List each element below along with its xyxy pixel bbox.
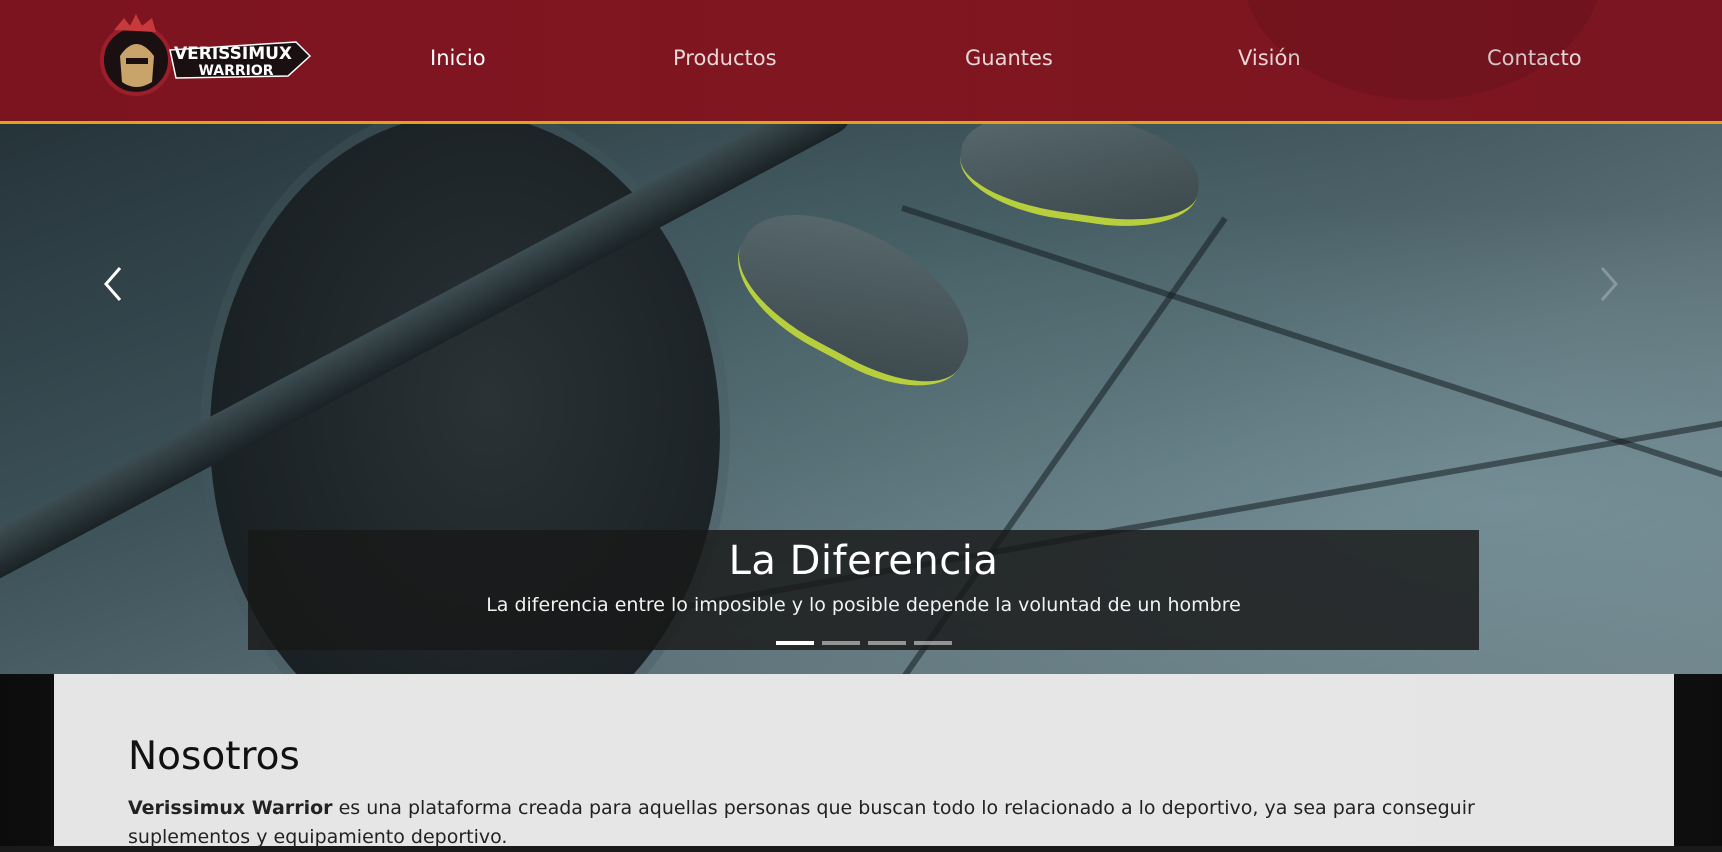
svg-text:WARRIOR: WARRIOR — [198, 63, 273, 79]
carousel-indicator[interactable] — [913, 641, 952, 645]
nav-link-guantes[interactable]: Guantes — [965, 46, 1053, 70]
carousel-indicator[interactable] — [867, 641, 906, 645]
carousel-caption: La Diferencia La diferencia entre lo imp… — [248, 530, 1479, 650]
svg-text:VERISSIMUX: VERISSIMUX — [174, 44, 292, 64]
nav-link-productos[interactable]: Productos — [673, 46, 777, 70]
shoe-image — [953, 124, 1207, 238]
about-section: Nosotros Verissimux Warrior es una plata… — [54, 674, 1674, 848]
carousel-caption-title: La Diferencia — [728, 538, 999, 584]
hero-carousel: La Diferencia La diferencia entre lo imp… — [0, 124, 1722, 674]
chevron-left-icon[interactable] — [100, 254, 134, 314]
carousel-indicator[interactable] — [821, 641, 860, 645]
about-heading: Nosotros — [128, 734, 300, 779]
carousel-indicators — [248, 641, 1479, 645]
navbar: VERISSIMUX WARRIOR Inicio Productos Guan… — [0, 0, 1722, 124]
chevron-right-icon[interactable] — [1588, 254, 1622, 314]
nav-link-vision[interactable]: Visión — [1238, 46, 1301, 70]
verissimux-warrior-logo[interactable]: VERISSIMUX WARRIOR — [96, 12, 311, 98]
shoe-image — [714, 182, 996, 413]
about-text: Verissimux Warrior es una plataforma cre… — [128, 794, 1508, 852]
nav-link-contacto[interactable]: Contacto — [1487, 46, 1582, 70]
about-brand-name: Verissimux Warrior — [128, 797, 333, 819]
nav-link-inicio[interactable]: Inicio — [430, 46, 486, 70]
carousel-indicator[interactable] — [775, 641, 814, 645]
carousel-caption-text: La diferencia entre lo imposible y lo po… — [486, 594, 1241, 616]
